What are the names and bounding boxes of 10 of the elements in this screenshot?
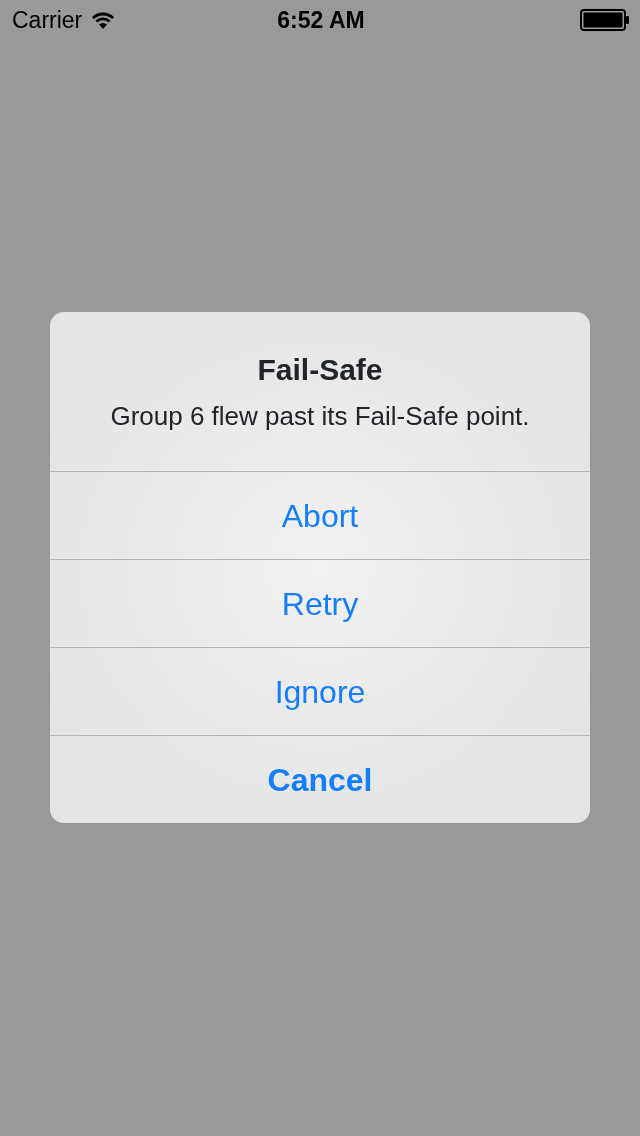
alert-button[interactable]: Abort — [50, 471, 590, 559]
cancel-button[interactable]: Cancel — [50, 735, 590, 823]
clock-time: 6:52 AM — [277, 5, 365, 35]
battery-icon — [580, 9, 630, 31]
alert-button[interactable]: Ignore — [50, 647, 590, 735]
alert-message: Group 6 flew past its Fail-Safe point. — [109, 400, 531, 433]
wifi-icon — [90, 10, 117, 30]
carrier-name: Carrier — [12, 5, 83, 35]
alert-button[interactable]: Retry — [50, 559, 590, 647]
alert-title: Fail-Safe — [256, 352, 384, 388]
